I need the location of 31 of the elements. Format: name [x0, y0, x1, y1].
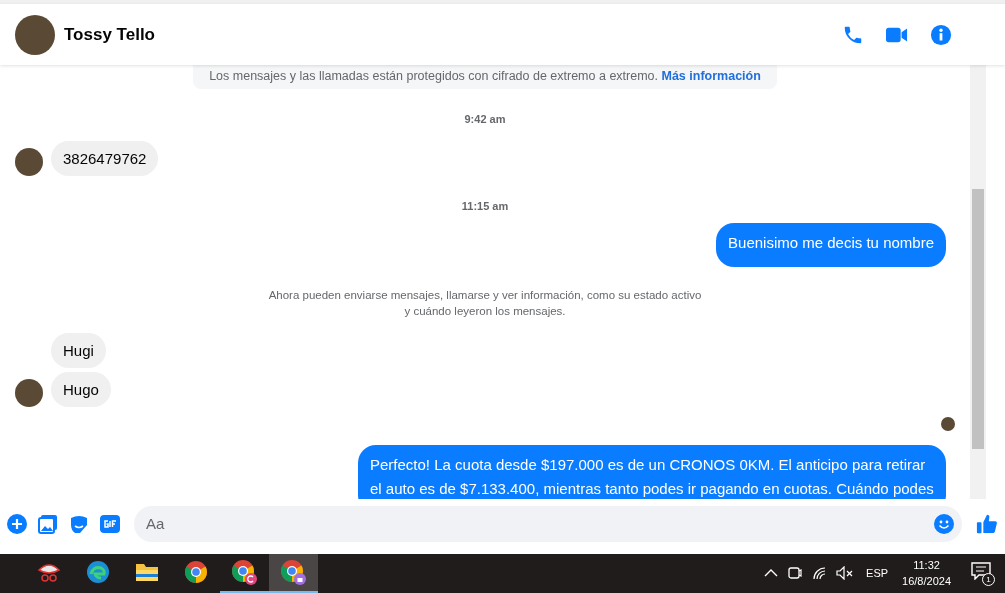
- avatar: [15, 148, 43, 177]
- info-message: Ahora pueden enviarse mensajes, llamarse y ver información, como su estado activo y cuándo leyeron los mensajes.: [267, 287, 703, 319]
- video-camera-icon[interactable]: [886, 25, 908, 44]
- message-bubble: Perfecto! La cuota desde $197.000 es de un CRONOS 0KM. El anticipo para retirar el auto es de $7.133.400, mientras tanto podes ir pagando en cuotas. Cuándo podes: [358, 444, 946, 500]
- gif-icon[interactable]: [100, 513, 120, 534]
- emoji-icon[interactable]: [934, 513, 954, 534]
- more-info-link[interactable]: Más información: [661, 69, 761, 84]
- clock[interactable]: 11:32 16/8/2024: [902, 557, 951, 590]
- avatar[interactable]: [15, 14, 55, 55]
- message-bubble: Buenisimo me decis tu nombre: [716, 222, 946, 267]
- contact-name[interactable]: Tossy Tello: [64, 21, 155, 48]
- info-icon[interactable]: [930, 23, 952, 46]
- speaker-muted-icon[interactable]: [836, 566, 855, 581]
- image-icon[interactable]: [38, 513, 58, 534]
- chevron-up-icon[interactable]: [764, 568, 779, 579]
- timestamp: 9:42 am: [464, 111, 506, 127]
- scrollbar[interactable]: [970, 65, 986, 500]
- message-input[interactable]: Aa: [134, 505, 962, 542]
- plus-icon[interactable]: [7, 513, 27, 534]
- meet-now-icon[interactable]: [788, 565, 803, 582]
- taskbar-app-icon[interactable]: [269, 553, 318, 593]
- sticker-icon[interactable]: [69, 513, 89, 534]
- message-bubble: Hugi: [51, 332, 106, 368]
- message-bubble: 3826479762: [51, 141, 159, 177]
- read-receipt-avatar: [941, 416, 955, 431]
- thumbs-up-icon[interactable]: [976, 512, 998, 535]
- language-indicator[interactable]: ESP: [866, 565, 889, 582]
- timestamp: 11:15 am: [461, 199, 509, 215]
- encryption-notice: Los mensajes y las llamadas están protegidos con cifrado de extremo a extremo. Más información: [193, 65, 777, 89]
- message-bubble: Hugo: [51, 371, 111, 407]
- avatar: [15, 378, 43, 407]
